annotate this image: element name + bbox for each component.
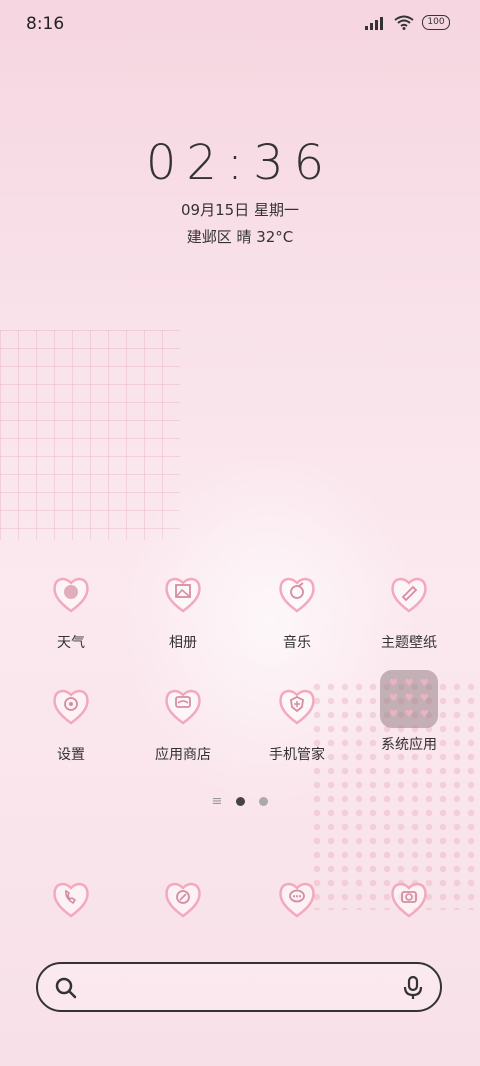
app-gallery[interactable]: 相册 (128, 568, 238, 652)
clock-weather: 建邺区 晴 32°C (186, 228, 294, 246)
music-icon (270, 568, 324, 622)
app-label-system-folder: 系统应用 (381, 737, 437, 753)
themes-icon (382, 568, 436, 622)
app-label-weather: 天气 (57, 635, 85, 651)
wifi-icon (394, 15, 414, 30)
dock-camera[interactable] (379, 875, 439, 925)
search-icon[interactable] (54, 976, 78, 1000)
gallery-icon (156, 568, 210, 622)
folder-icon: ♥ ♥ ♥ ♥ ♥ ♥ ♥ ♥ ♥ (380, 670, 438, 728)
app-music[interactable]: 音乐 (242, 568, 352, 652)
app-label-gallery: 相册 (169, 635, 197, 651)
weather-icon (44, 568, 98, 622)
dock-phone[interactable] (41, 875, 101, 925)
app-settings[interactable]: 设置 (16, 680, 126, 764)
dock-messages[interactable] (267, 875, 327, 925)
app-security[interactable]: 手机管家 (242, 680, 352, 764)
status-bar: 8:16 100 (0, 0, 480, 50)
camera-icon (391, 882, 427, 918)
clock-widget[interactable]: 02:36 09月15日 星期一 建邺区 晴 32°C (0, 135, 480, 247)
signal-icon (365, 16, 383, 30)
app-store-icon (156, 680, 210, 734)
microphone-icon[interactable] (402, 975, 424, 1001)
clock-time: 02:36 (145, 135, 335, 191)
app-weather[interactable]: 天气 (16, 568, 126, 652)
app-system-folder[interactable]: ♥ ♥ ♥ ♥ ♥ ♥ ♥ ♥ ♥ 系统应用 (354, 670, 464, 754)
status-time: 8:16 (26, 14, 65, 34)
app-label-app-store: 应用商店 (155, 747, 211, 763)
page-indicator[interactable]: ≡ (0, 794, 480, 809)
app-label-settings: 设置 (57, 747, 85, 763)
app-label-music: 音乐 (283, 635, 311, 651)
app-label-security: 手机管家 (269, 747, 325, 763)
app-app-store[interactable]: 应用商店 (128, 680, 238, 764)
browser-icon (165, 882, 201, 918)
app-themes[interactable]: 主题壁纸 (354, 568, 464, 652)
messages-icon (279, 882, 315, 918)
phone-icon (53, 882, 89, 918)
security-icon (270, 680, 324, 734)
dock-browser[interactable] (153, 875, 213, 925)
app-drawer-icon[interactable]: ≡ (212, 794, 223, 809)
page-dot-active[interactable] (236, 797, 246, 806)
app-label-themes: 主题壁纸 (381, 635, 437, 651)
battery-indicator: 100 (422, 15, 450, 30)
search-bar[interactable] (36, 962, 442, 1012)
status-icons: 100 (364, 15, 450, 30)
clock-date: 09月15日 星期一 (181, 201, 299, 219)
page-dot-inactive[interactable] (259, 797, 269, 806)
settings-icon (44, 680, 98, 734)
